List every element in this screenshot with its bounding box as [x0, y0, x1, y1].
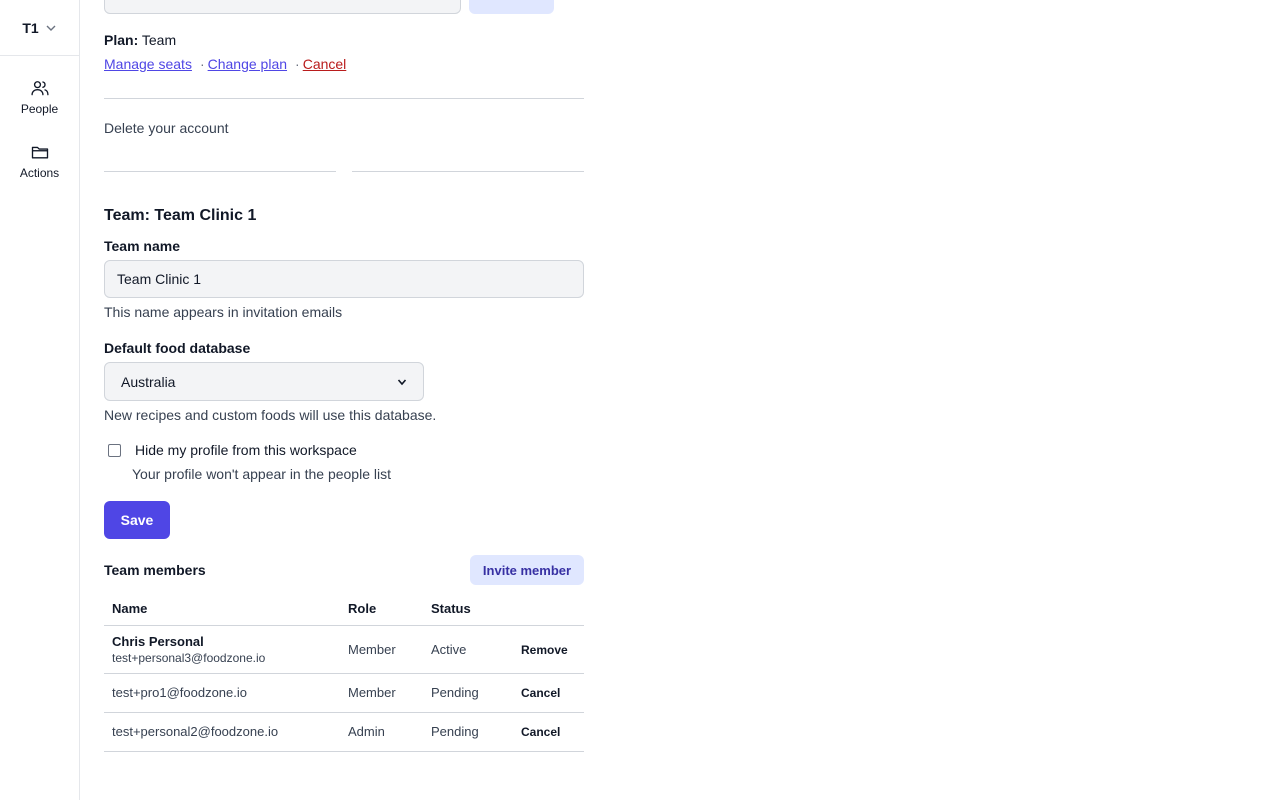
team-name-label: Team name	[104, 238, 180, 254]
column-header: Status	[423, 592, 513, 626]
email-field[interactable]	[104, 0, 461, 14]
column-header: Name	[104, 592, 340, 626]
chevron-down-icon	[46, 25, 56, 31]
divider	[104, 171, 336, 172]
member-name: Chris Personal	[112, 633, 204, 649]
action-cell: Cancel	[513, 673, 584, 713]
change-plan-link[interactable]: Change plan	[208, 56, 287, 72]
sidebar-item-label: Actions	[19, 166, 60, 180]
change-email-button[interactable]	[469, 0, 554, 14]
column-header	[513, 592, 584, 626]
team-heading: Team: Team Clinic 1	[104, 207, 257, 224]
name-cell: test+personal2@foodzone.io	[104, 712, 340, 752]
members-table: Name Role Status Chris Personal test+per…	[104, 592, 584, 752]
status-cell: Pending	[423, 673, 513, 713]
member-email: test+personal3@foodzone.io	[112, 650, 266, 665]
hide-profile-help: Your profile won't appear in the people …	[132, 466, 391, 482]
delete-account-text: Delete your account	[104, 120, 229, 136]
table-row: test+pro1@foodzone.io Member Pending Can…	[104, 673, 584, 713]
people-icon	[30, 81, 49, 96]
divider	[352, 171, 584, 172]
divider	[104, 98, 584, 99]
team-name-input[interactable]	[104, 260, 584, 298]
role-cell: Member	[340, 625, 423, 674]
plan-row: Plan: Team	[104, 32, 176, 48]
cancel-plan-link[interactable]: Cancel	[303, 56, 347, 72]
sidebar-item-people[interactable]: People	[0, 70, 79, 124]
food-database-help: New recipes and custom foods will use th…	[104, 407, 437, 423]
workspace-switcher[interactable]: T1	[0, 0, 79, 56]
team-name-help: This name appears in invitation emails	[104, 304, 343, 320]
sidebar: T1 People Actions	[0, 0, 80, 800]
name-cell: test+pro1@foodzone.io	[104, 673, 340, 713]
save-button[interactable]: Save	[104, 501, 170, 539]
table-row: test+personal2@foodzone.io Admin Pending…	[104, 712, 584, 752]
status-cell: Pending	[423, 712, 513, 752]
plan-links: Manage seats · Change plan · Cancel	[104, 56, 346, 72]
role-cell: Admin	[340, 712, 423, 752]
separator: ·	[295, 56, 300, 72]
hide-profile-checkbox[interactable]	[108, 443, 121, 457]
sidebar-item-label: People	[20, 102, 59, 116]
chevron-down-icon	[397, 378, 407, 385]
invite-member-button[interactable]: Invite member	[470, 555, 584, 585]
cancel-invite-button[interactable]: Cancel	[521, 725, 560, 739]
members-title: Team members	[104, 562, 206, 578]
remove-member-button[interactable]: Remove	[521, 643, 568, 657]
column-header: Role	[340, 592, 423, 626]
hide-profile-label: Hide my profile from this workspace	[135, 442, 357, 458]
sidebar-item-actions[interactable]: Actions	[0, 134, 79, 188]
table-header-row: Name Role Status	[104, 592, 584, 626]
cancel-invite-button[interactable]: Cancel	[521, 686, 560, 700]
plan-value: Team	[141, 32, 177, 48]
action-cell: Cancel	[513, 712, 584, 752]
manage-seats-link[interactable]: Manage seats	[104, 56, 192, 72]
status-cell: Active	[423, 625, 513, 674]
name-cell: Chris Personal test+personal3@foodzone.i…	[104, 625, 340, 674]
folder-icon	[31, 146, 48, 159]
action-cell: Remove	[513, 625, 584, 674]
plan-label: Plan:	[104, 32, 139, 48]
separator: ·	[199, 56, 205, 72]
role-cell: Member	[340, 673, 423, 713]
food-database-select[interactable]: Australia	[104, 362, 424, 401]
selected-option: Australia	[121, 373, 176, 390]
hide-profile-row: Hide my profile from this workspace	[104, 442, 357, 458]
food-database-label: Default food database	[104, 340, 251, 356]
table-row: Chris Personal test+personal3@foodzone.i…	[104, 625, 584, 674]
workspace-label: T1	[22, 19, 39, 36]
